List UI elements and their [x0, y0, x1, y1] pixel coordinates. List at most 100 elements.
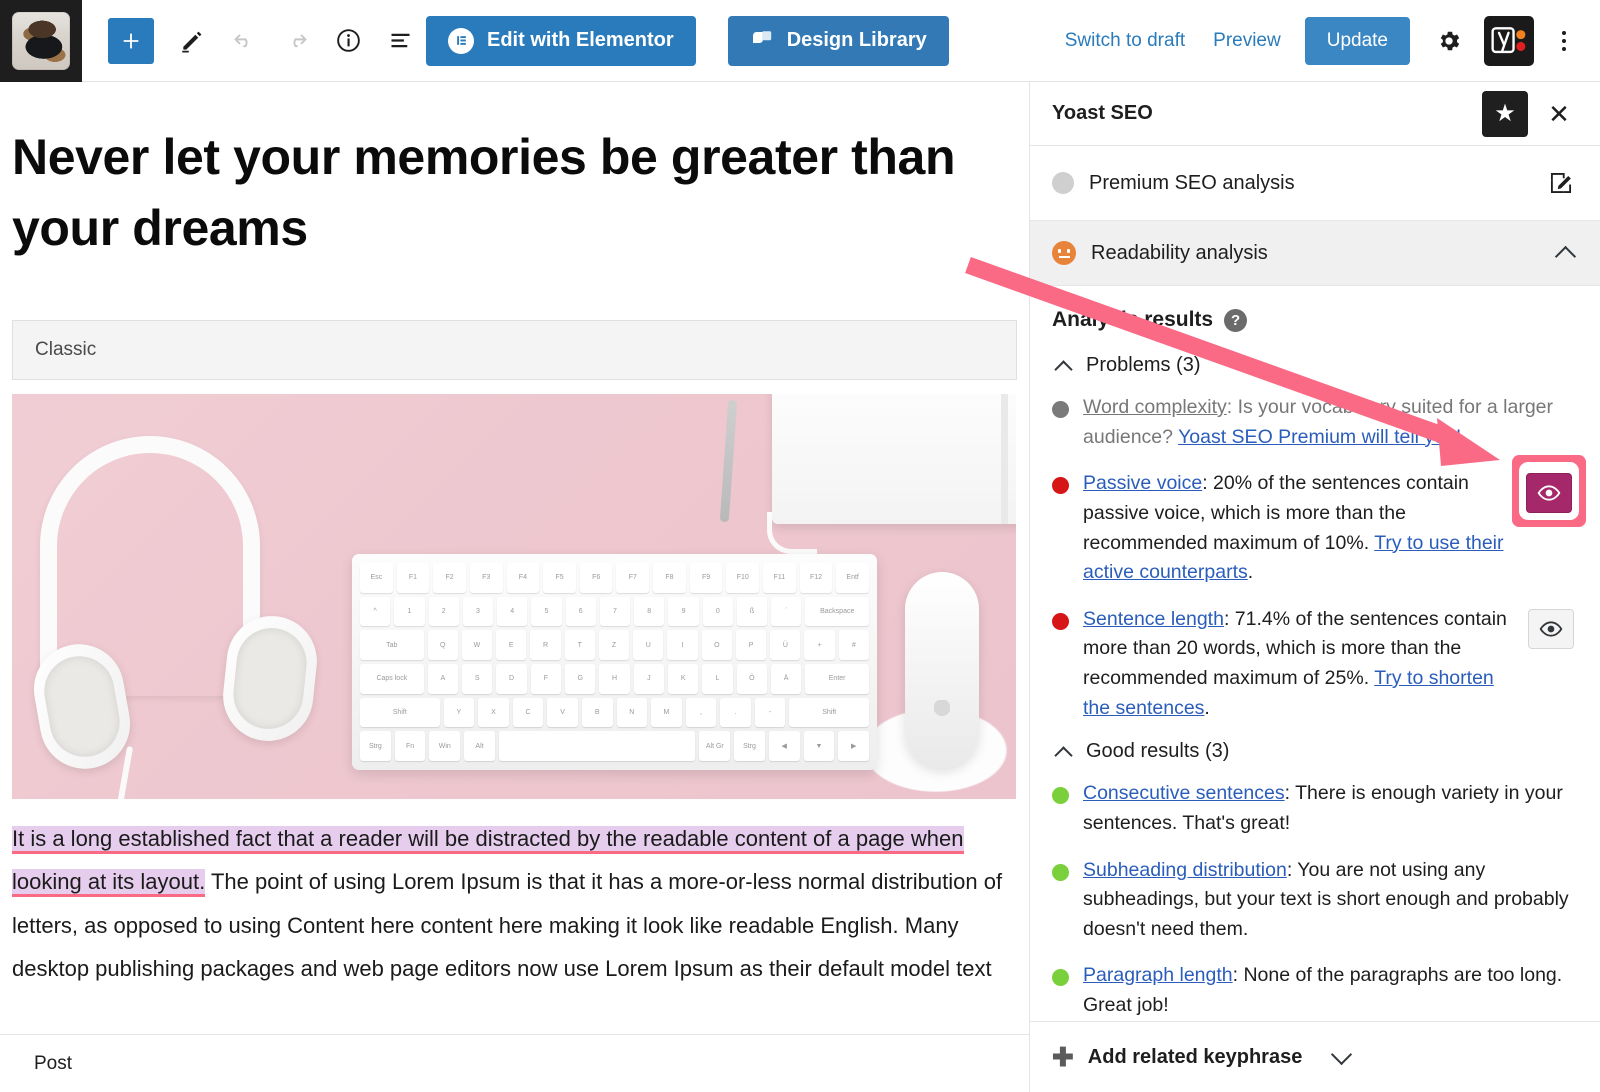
keyboard-key: F11: [763, 563, 796, 593]
keyboard-key: L: [702, 664, 733, 694]
keyboard-key: Q: [427, 630, 458, 661]
keyboard-key: X: [478, 697, 509, 728]
keyboard-key: A: [427, 664, 459, 694]
switch-to-draft-button[interactable]: Switch to draft: [1051, 22, 1199, 60]
good-results-group-header[interactable]: Good results (3): [1054, 740, 1578, 763]
keyboard-key: Tab: [360, 630, 424, 661]
classic-block-label[interactable]: Classic: [12, 320, 1017, 380]
result-topic-link[interactable]: Subheading distribution: [1083, 859, 1287, 881]
keyboard-key: J: [633, 664, 664, 694]
keyboard-key: 4: [497, 596, 528, 627]
keyboard-cord: [767, 512, 817, 554]
keyboard-row: Strg Fn Win Alt Alt Gr Strg ◀ ▼ ▶: [360, 731, 870, 762]
keyboard-key: 8: [634, 596, 665, 627]
post-paragraph[interactable]: It is a long established fact that a rea…: [12, 817, 1017, 990]
keyboard-key: .: [720, 697, 751, 728]
edit-square-pencil-icon: [1550, 172, 1572, 194]
premium-seo-analysis-row[interactable]: Premium SEO analysis: [1030, 146, 1600, 221]
keyboard-key: Shift: [789, 697, 870, 728]
keyboard-key: -: [754, 697, 786, 728]
keyboard-key: V: [547, 697, 578, 728]
breadcrumb-post-label: Post: [34, 1052, 73, 1074]
close-icon[interactable]: ✕: [1538, 91, 1580, 137]
result-topic-link[interactable]: Passive voice: [1083, 472, 1202, 494]
post-editor-pane: Never let your memories be greater than …: [0, 82, 1030, 1092]
page-title[interactable]: Never let your memories be greater than …: [12, 122, 1017, 264]
keyboard-key: 6: [565, 596, 596, 627]
question-mark-icon[interactable]: ?: [1224, 308, 1248, 332]
site-avatar-thumbnail: [12, 11, 70, 70]
keyboard-key: 0: [702, 596, 733, 627]
list-view-button[interactable]: [377, 18, 423, 64]
featured-image[interactable]: Esc F1 F2 F3 F4 F5 F6 F7 F8 F9 F10 F11 F12 Entf ^ 1 2 3 4 5…: [12, 394, 1016, 799]
add-block-button[interactable]: [108, 17, 154, 64]
keyboard-key: I: [667, 630, 698, 661]
yoast-logo-icon: [1491, 26, 1526, 53]
keyboard-key: P: [735, 630, 767, 661]
design-library-button[interactable]: Design Library: [727, 15, 949, 66]
notebook-object: [772, 394, 1016, 524]
yoast-seo-sidebar: Yoast SEO ★ ✕ Premium SEO analysis Reada…: [1030, 82, 1600, 1092]
analysis-result-text: Subheading distribution: You are not usi…: [1083, 858, 1569, 940]
keyboard-key: C: [512, 697, 544, 728]
sidebar-title: Yoast SEO: [1052, 102, 1153, 124]
keyboard-key: Enter: [805, 664, 869, 694]
eye-button-container: [1528, 605, 1574, 649]
result-status-dot-icon: [1052, 863, 1069, 881]
problems-group-header[interactable]: Problems (3): [1054, 354, 1578, 377]
result-status-dot-icon: [1052, 477, 1069, 495]
result-topic-link[interactable]: Paragraph length: [1083, 964, 1233, 986]
keyboard-key: F1: [396, 563, 430, 593]
analysis-result-item: Subheading distribution: You are not usi…: [1052, 856, 1578, 945]
keyboard-row: Shift Y X C V B N M,. - Shift: [360, 697, 870, 728]
kebab-dot: [1562, 30, 1566, 35]
design-library-label: Design Library: [786, 29, 927, 51]
highlight-in-text-eye-button[interactable]: [1526, 473, 1572, 514]
keyboard-key: K: [667, 664, 699, 694]
result-topic-link[interactable]: Word complexity: [1083, 396, 1227, 418]
add-related-keyphrase-row[interactable]: ✚ Add related keyphrase: [1030, 1021, 1600, 1092]
result-action-link[interactable]: Try to use their active counterparts: [1083, 532, 1504, 584]
result-topic-link[interactable]: Sentence length: [1083, 608, 1224, 630]
analysis-result-item: Consecutive sentences: There is enough v…: [1052, 779, 1578, 838]
result-status-dot-icon: [1052, 612, 1069, 630]
undo-button[interactable]: [221, 18, 267, 64]
result-action-link[interactable]: Try to shorten the sentences: [1083, 667, 1494, 719]
keyboard-key: [498, 731, 696, 762]
more-options-button[interactable]: [1542, 18, 1586, 64]
edit-with-elementor-button[interactable]: Edit with Elementor: [426, 15, 696, 66]
chevron-down-icon[interactable]: [1330, 1045, 1354, 1069]
keyboard-key: Ö: [736, 664, 767, 694]
settings-button[interactable]: [1426, 18, 1472, 64]
keyboard-key: F9: [689, 563, 723, 593]
keyboard-key: M: [651, 697, 682, 728]
keyboard-key: 7: [599, 596, 631, 627]
premium-status-bullet-icon: [1052, 172, 1074, 194]
update-button[interactable]: Update: [1304, 16, 1410, 65]
result-action-link[interactable]: Yoast SEO Premium will tell you!: [1178, 426, 1461, 448]
analysis-result-item: Passive voice: 20% of the sentences cont…: [1052, 462, 1579, 588]
kebab-dot: [1562, 38, 1566, 43]
result-topic-link[interactable]: Consecutive sentences: [1083, 782, 1285, 804]
breadcrumb: Post: [0, 1034, 1029, 1092]
edit-pencil-tool-button[interactable]: [169, 18, 215, 64]
plus-icon: [123, 33, 139, 48]
readability-analysis-row[interactable]: Readability analysis: [1030, 221, 1600, 286]
star-icon[interactable]: ★: [1482, 90, 1528, 137]
preview-button[interactable]: Preview: [1199, 22, 1295, 60]
keyboard-key: Shift: [360, 697, 440, 728]
site-avatar-dog[interactable]: [0, 0, 82, 82]
analysis-result-text: Word complexity: Is your vocabulary suit…: [1083, 396, 1554, 448]
editor-canvas[interactable]: Never let your memories be greater than …: [0, 82, 1029, 1034]
premium-edit-icon[interactable]: [1544, 166, 1578, 200]
keyboard-key: Ü: [770, 630, 801, 661]
keyboard-key: F: [530, 664, 561, 694]
redo-button[interactable]: [273, 18, 319, 64]
headphone-cord: [116, 745, 134, 799]
highlight-in-text-eye-button[interactable]: [1528, 608, 1574, 649]
chevron-up-icon[interactable]: [1554, 241, 1578, 265]
details-info-button[interactable]: [325, 18, 371, 64]
problems-count-label: Problems (3): [1086, 354, 1201, 376]
neutral-face-icon: [1052, 241, 1076, 265]
yoast-seo-toggle-button[interactable]: [1484, 15, 1534, 66]
